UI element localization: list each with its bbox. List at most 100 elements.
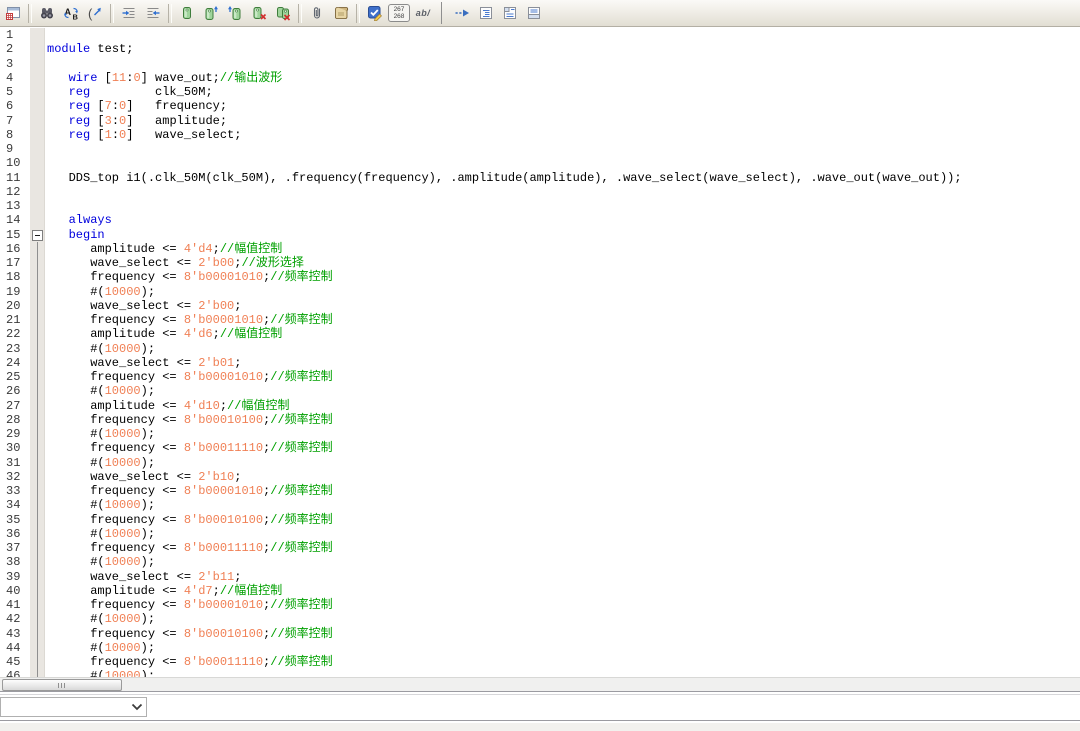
code-text: frequency <= 8'b00011110;//频率控制 bbox=[45, 541, 333, 555]
code-editor[interactable]: 12module test;34 wire [11:0] wave_out;//… bbox=[0, 27, 1080, 677]
fold-margin bbox=[30, 199, 45, 213]
code-line[interactable]: 40 amplitude <= 4'd7;//幅值控制 bbox=[0, 584, 1080, 598]
doc-fold-button[interactable] bbox=[498, 2, 522, 24]
toolbar-separator bbox=[298, 4, 302, 23]
spell-check-button[interactable] bbox=[363, 2, 387, 24]
code-line[interactable]: 24 wave_select <= 2'b01; bbox=[0, 356, 1080, 370]
code-line[interactable]: 13 bbox=[0, 199, 1080, 213]
code-line[interactable]: 37 frequency <= 8'b00011110;//频率控制 bbox=[0, 541, 1080, 555]
code-line[interactable]: 16 amplitude <= 4'd4;//幅值控制 bbox=[0, 242, 1080, 256]
trace-arrow-button[interactable] bbox=[450, 2, 474, 24]
code-line[interactable]: 28 frequency <= 8'b00010100;//频率控制 bbox=[0, 413, 1080, 427]
code-line[interactable]: 18 frequency <= 8'b00001010;//频率控制 bbox=[0, 270, 1080, 284]
fold-margin bbox=[30, 299, 45, 313]
code-line[interactable]: 14 always bbox=[0, 213, 1080, 227]
find-replace-button[interactable]: AB bbox=[59, 2, 83, 24]
macro-button[interactable] bbox=[329, 2, 353, 24]
code-line[interactable]: 26 #(10000); bbox=[0, 384, 1080, 398]
code-text: frequency <= 8'b00001010;//频率控制 bbox=[45, 270, 333, 284]
code-text: #(10000); bbox=[45, 342, 155, 356]
line-number: 6 bbox=[0, 99, 30, 113]
indent-increase-button[interactable] bbox=[117, 2, 141, 24]
doc-panel-button[interactable] bbox=[522, 2, 546, 24]
code-line[interactable]: 39 wave_select <= 2'b11; bbox=[0, 570, 1080, 584]
line-number: 20 bbox=[0, 299, 30, 313]
code-line[interactable]: 1 bbox=[0, 28, 1080, 42]
code-line[interactable]: 42 #(10000); bbox=[0, 612, 1080, 626]
code-text: always bbox=[45, 213, 112, 227]
line-number: 8 bbox=[0, 128, 30, 142]
doc-panel-icon bbox=[526, 5, 542, 21]
code-line[interactable]: 25 frequency <= 8'b00001010;//频率控制 bbox=[0, 370, 1080, 384]
code-line[interactable]: 46 #(10000); bbox=[0, 669, 1080, 677]
code-line[interactable]: 9 bbox=[0, 142, 1080, 156]
indent-decrease-button[interactable] bbox=[141, 2, 165, 24]
code-line[interactable]: 21 frequency <= 8'b00001010;//频率控制 bbox=[0, 313, 1080, 327]
goto-matching-button[interactable]: ( bbox=[83, 2, 107, 24]
scrollbar-thumb[interactable] bbox=[2, 679, 122, 691]
line-number: 40 bbox=[0, 584, 30, 598]
bookmark-toggle-button[interactable] bbox=[175, 2, 199, 24]
window-form-button[interactable] bbox=[1, 2, 25, 24]
code-line[interactable]: 23 #(10000); bbox=[0, 342, 1080, 356]
code-line[interactable]: 8 reg [1:0] wave_select; bbox=[0, 128, 1080, 142]
line-number: 22 bbox=[0, 327, 30, 341]
word-wrap-button[interactable]: ab/ bbox=[411, 2, 435, 24]
code-line[interactable]: 6 reg [7:0] frequency; bbox=[0, 99, 1080, 113]
code-line[interactable]: 29 #(10000); bbox=[0, 427, 1080, 441]
code-text: #(10000); bbox=[45, 669, 155, 677]
code-line[interactable]: 11 DDS_top i1(.clk_50M(clk_50M), .freque… bbox=[0, 171, 1080, 185]
bookmark-next-button[interactable] bbox=[199, 2, 223, 24]
line-number: 36 bbox=[0, 527, 30, 541]
fold-margin bbox=[30, 99, 45, 113]
code-line[interactable]: 15 begin bbox=[0, 228, 1080, 242]
fold-margin bbox=[30, 185, 45, 199]
fold-margin bbox=[30, 270, 45, 284]
fold-margin bbox=[30, 513, 45, 527]
line-number: 28 bbox=[0, 413, 30, 427]
fold-margin bbox=[30, 470, 45, 484]
attach-button[interactable] bbox=[305, 2, 329, 24]
bookmark-delete-button[interactable] bbox=[247, 2, 271, 24]
line-number: 4 bbox=[0, 71, 30, 85]
code-line[interactable]: 17 wave_select <= 2'b00;//波形选择 bbox=[0, 256, 1080, 270]
trace-arrow-icon bbox=[454, 5, 470, 21]
code-line[interactable]: 20 wave_select <= 2'b00; bbox=[0, 299, 1080, 313]
code-line[interactable]: 43 frequency <= 8'b00010100;//频率控制 bbox=[0, 627, 1080, 641]
fold-margin bbox=[30, 213, 45, 227]
bookmark-delete-all-button[interactable] bbox=[271, 2, 295, 24]
code-line[interactable]: 19 #(10000); bbox=[0, 285, 1080, 299]
code-line[interactable]: 2module test; bbox=[0, 42, 1080, 56]
code-line[interactable]: 10 bbox=[0, 156, 1080, 170]
code-line[interactable]: 35 frequency <= 8'b00010100;//频率控制 bbox=[0, 513, 1080, 527]
code-line[interactable]: 12 bbox=[0, 185, 1080, 199]
code-line[interactable]: 38 #(10000); bbox=[0, 555, 1080, 569]
code-line[interactable]: 34 #(10000); bbox=[0, 498, 1080, 512]
code-line[interactable]: 45 frequency <= 8'b00011110;//频率控制 bbox=[0, 655, 1080, 669]
code-text: frequency <= 8'b00010100;//频率控制 bbox=[45, 627, 333, 641]
code-line[interactable]: 33 frequency <= 8'b00001010;//频率控制 bbox=[0, 484, 1080, 498]
bookmark-previous-button[interactable] bbox=[223, 2, 247, 24]
fold-collapse-icon[interactable] bbox=[32, 230, 43, 241]
find-button[interactable] bbox=[35, 2, 59, 24]
code-line[interactable]: 7 reg [3:0] amplitude; bbox=[0, 114, 1080, 128]
code-line[interactable]: 41 frequency <= 8'b00001010;//频率控制 bbox=[0, 598, 1080, 612]
doc-format-button[interactable] bbox=[474, 2, 498, 24]
code-line[interactable]: 31 #(10000); bbox=[0, 456, 1080, 470]
code-line[interactable]: 44 #(10000); bbox=[0, 641, 1080, 655]
line-number: 29 bbox=[0, 427, 30, 441]
code-line[interactable]: 22 amplitude <= 4'd6;//幅值控制 bbox=[0, 327, 1080, 341]
code-line[interactable]: 32 wave_select <= 2'b10; bbox=[0, 470, 1080, 484]
toolbar-separator bbox=[356, 4, 360, 23]
code-line[interactable]: 4 wire [11:0] wave_out;//输出波形 bbox=[0, 71, 1080, 85]
code-text: DDS_top i1(.clk_50M(clk_50M), .frequency… bbox=[45, 171, 962, 185]
code-text: wave_select <= 2'b00; bbox=[45, 299, 241, 313]
code-line[interactable]: 3 bbox=[0, 57, 1080, 71]
code-line[interactable]: 27 amplitude <= 4'd10;//幅值控制 bbox=[0, 399, 1080, 413]
code-line[interactable]: 5 reg clk_50M; bbox=[0, 85, 1080, 99]
symbol-dropdown[interactable] bbox=[0, 697, 147, 717]
code-line[interactable]: 36 #(10000); bbox=[0, 527, 1080, 541]
code-line[interactable]: 30 frequency <= 8'b00011110;//频率控制 bbox=[0, 441, 1080, 455]
line-numbers-button[interactable]: 267268 bbox=[387, 2, 411, 24]
horizontal-scrollbar[interactable] bbox=[0, 677, 1080, 691]
